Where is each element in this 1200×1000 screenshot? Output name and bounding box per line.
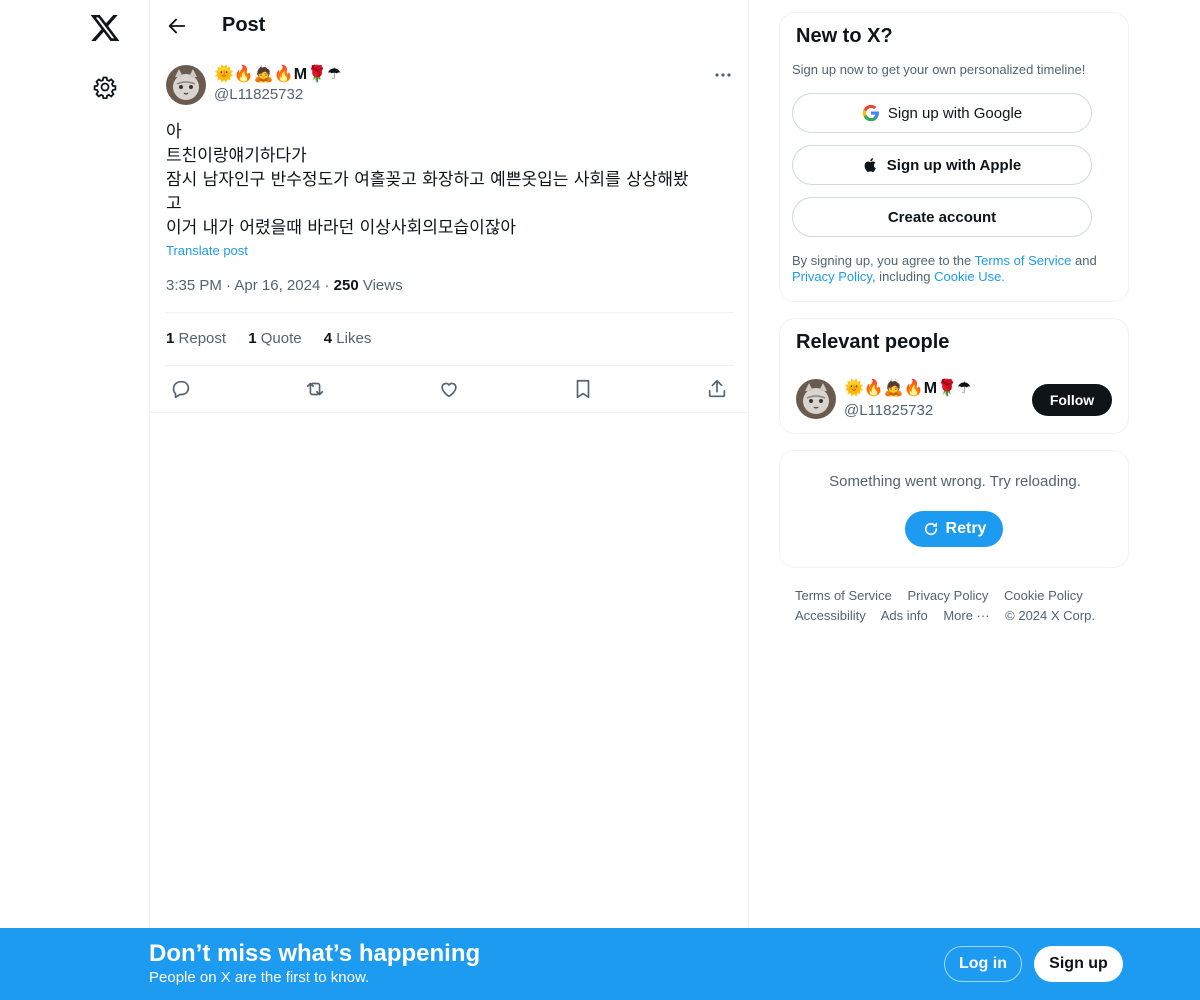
- likes-stat[interactable]: 4 Likes: [324, 330, 372, 347]
- share-icon[interactable]: [706, 378, 728, 400]
- apple-icon: [864, 158, 876, 172]
- repost-label: Repost: [178, 330, 227, 347]
- post-actions: [150, 366, 750, 413]
- person-avatar[interactable]: [796, 379, 836, 419]
- create-account-button[interactable]: Create account: [792, 197, 1092, 237]
- post-time[interactable]: 3:35 PM: [166, 277, 222, 294]
- apple-label: Sign up with Apple: [886, 156, 1022, 174]
- translate-post-link[interactable]: Translate post: [166, 243, 248, 258]
- views-label: Views: [362, 277, 403, 294]
- post-meta: 3:35 PM · Apr 16, 2024 · 250 Views: [166, 277, 403, 294]
- post-text: 아 트친이랑얘기하다가 잠시 남자인구 반수정도가 여홀꽂고 화장하고 예쁜옷입…: [166, 122, 689, 238]
- author-avatar[interactable]: [166, 65, 206, 105]
- author-handle[interactable]: @L11825732: [214, 86, 303, 103]
- trends-error-card: Something went wrong. Try reloading. Ret…: [779, 450, 1129, 568]
- footer-terms-link[interactable]: Terms of Service: [795, 588, 892, 603]
- error-message: Something went wrong. Try reloading.: [829, 473, 1081, 490]
- quote-stat[interactable]: 1 Quote: [248, 330, 301, 347]
- person-handle[interactable]: @L11825732: [844, 402, 933, 419]
- legal-and: and: [1071, 253, 1097, 268]
- left-nav: [0, 0, 150, 1000]
- quote-label: Quote: [260, 330, 302, 347]
- quote-count: 1: [248, 330, 257, 347]
- arrow-left-icon[interactable]: [166, 15, 188, 37]
- sign-up-apple-button[interactable]: Sign up with Apple: [792, 145, 1092, 185]
- footer-copyright: © 2024 X Corp.: [1005, 608, 1095, 623]
- google-icon: [862, 104, 879, 122]
- terms-of-service-link[interactable]: Terms of Service: [975, 253, 1072, 268]
- views-count: 250: [333, 277, 359, 294]
- signup-card-subtitle: Sign up now to get your own personalized…: [792, 62, 1086, 77]
- footer-privacy-link[interactable]: Privacy Policy: [907, 588, 988, 603]
- bottom-bar-title: Don’t miss what’s happening: [149, 940, 481, 967]
- signup-card: New to X? Sign up now to get your own pe…: [779, 12, 1129, 302]
- privacy-policy-link[interactable]: Privacy Policy: [792, 269, 872, 284]
- legal-including: , including: [871, 269, 935, 284]
- repost-stat[interactable]: 1 Repost: [166, 330, 226, 347]
- more-options-icon[interactable]: [712, 66, 734, 84]
- create-account-label: Create account: [887, 208, 997, 226]
- person-name[interactable]: 🌞🔥🙇🔥M🌹☂: [844, 379, 971, 399]
- log-in-button[interactable]: Log in: [944, 946, 1022, 982]
- main-column: Post 🌞🔥🙇🔥M🌹☂ @L11825732 아 트친이랑얘기하다가 잠시 남…: [149, 0, 750, 1000]
- relevant-people-card: Relevant people 🌞🔥🙇🔥M🌹☂ @L11825732 Follo…: [779, 318, 1129, 434]
- post-stats: 1 Repost 1 Quote 4 Likes: [166, 330, 389, 347]
- page-title: Post: [222, 14, 266, 36]
- cookie-use-link[interactable]: Cookie Use.: [934, 269, 1005, 284]
- sign-up-button[interactable]: Sign up: [1034, 946, 1123, 982]
- bottom-signup-bar: Don’t miss what’s happening People on X …: [0, 928, 1200, 1000]
- relevant-people-title: Relevant people: [796, 331, 950, 353]
- post-date[interactable]: Apr 16, 2024: [234, 277, 320, 294]
- footer-links: Terms of Service Privacy Policy Cookie P…: [795, 586, 1125, 626]
- footer-more-link[interactable]: More ···: [943, 608, 989, 623]
- bottom-bar-subtitle: People on X are the first to know.: [149, 969, 370, 986]
- retry-label: Retry: [945, 520, 987, 537]
- refresh-icon: [924, 522, 937, 536]
- repost-count: 1: [166, 330, 175, 347]
- follow-button[interactable]: Follow: [1032, 384, 1112, 416]
- divider: [166, 312, 734, 313]
- gear-icon[interactable]: [93, 75, 117, 99]
- meta-separator: ·: [324, 277, 334, 294]
- footer-accessibility-link[interactable]: Accessibility: [795, 608, 866, 623]
- repost-icon[interactable]: [304, 378, 326, 400]
- signup-legal-text: By signing up, you agree to the Terms of…: [792, 253, 1112, 285]
- top-bar: Post: [150, 0, 750, 53]
- retry-button[interactable]: Retry: [905, 511, 1003, 547]
- x-logo-icon[interactable]: [89, 12, 121, 44]
- author-name[interactable]: 🌞🔥🙇🔥M🌹☂: [214, 65, 341, 85]
- google-label: Sign up with Google: [887, 104, 1023, 122]
- likes-count: 4: [323, 330, 333, 347]
- footer-ads-info-link[interactable]: Ads info: [881, 608, 928, 623]
- likes-label: Likes: [336, 330, 372, 347]
- footer-cookie-link[interactable]: Cookie Policy: [1004, 588, 1083, 603]
- bookmark-icon[interactable]: [572, 378, 594, 400]
- sign-up-google-button[interactable]: Sign up with Google: [792, 93, 1092, 133]
- legal-prefix: By signing up, you agree to the: [792, 253, 975, 268]
- signup-card-title: New to X?: [796, 25, 893, 47]
- like-icon[interactable]: [438, 378, 460, 400]
- reply-icon[interactable]: [170, 378, 192, 400]
